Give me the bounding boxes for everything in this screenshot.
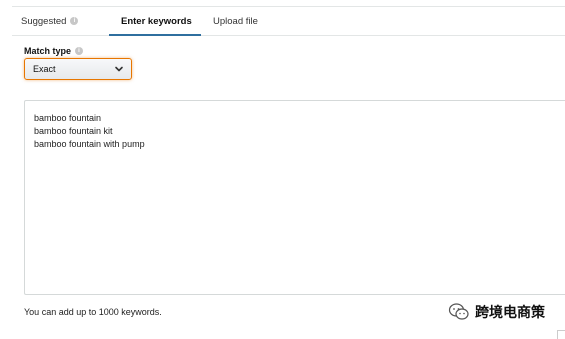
info-icon: i (70, 17, 79, 25)
keyword-line: bamboo fountain kit (34, 126, 113, 136)
match-type-selected-value: Exact (33, 64, 56, 74)
wechat-logo-icon (448, 303, 469, 320)
tab-upload-file[interactable]: Upload file (201, 7, 281, 35)
tab-enter-keywords[interactable]: Enter keywords (109, 7, 201, 36)
keyword-tabs: Suggested i Enter keywords Upload file (12, 6, 565, 36)
info-icon: i (75, 47, 84, 55)
watermark-text: 跨境电商策 (475, 305, 545, 321)
match-type-dropdown[interactable]: Exact (24, 58, 132, 80)
tab-suggested[interactable]: Suggested i (21, 7, 105, 35)
resize-handle (557, 330, 565, 339)
chevron-down-icon (115, 66, 123, 72)
keyword-line: bamboo fountain (34, 113, 102, 123)
watermark: 跨境电商策 (448, 302, 545, 322)
tab-upload-file-label: Upload file (213, 15, 258, 27)
keywords-textarea[interactable]: bamboo fountain bamboo fountain kit bamb… (24, 100, 565, 295)
match-type-label-text: Match type (24, 46, 72, 56)
keyword-line: bamboo fountain with pump (34, 139, 145, 149)
tab-enter-keywords-label: Enter keywords (121, 15, 192, 27)
tab-suggested-label: Suggested (21, 15, 67, 27)
keyword-entry-panel: Suggested i Enter keywords Upload file M… (0, 0, 565, 339)
match-type-label: Match type i (24, 46, 84, 56)
active-tab-indicator (109, 34, 201, 36)
keyword-limit-hint: You can add up to 1000 keywords. (24, 307, 162, 317)
